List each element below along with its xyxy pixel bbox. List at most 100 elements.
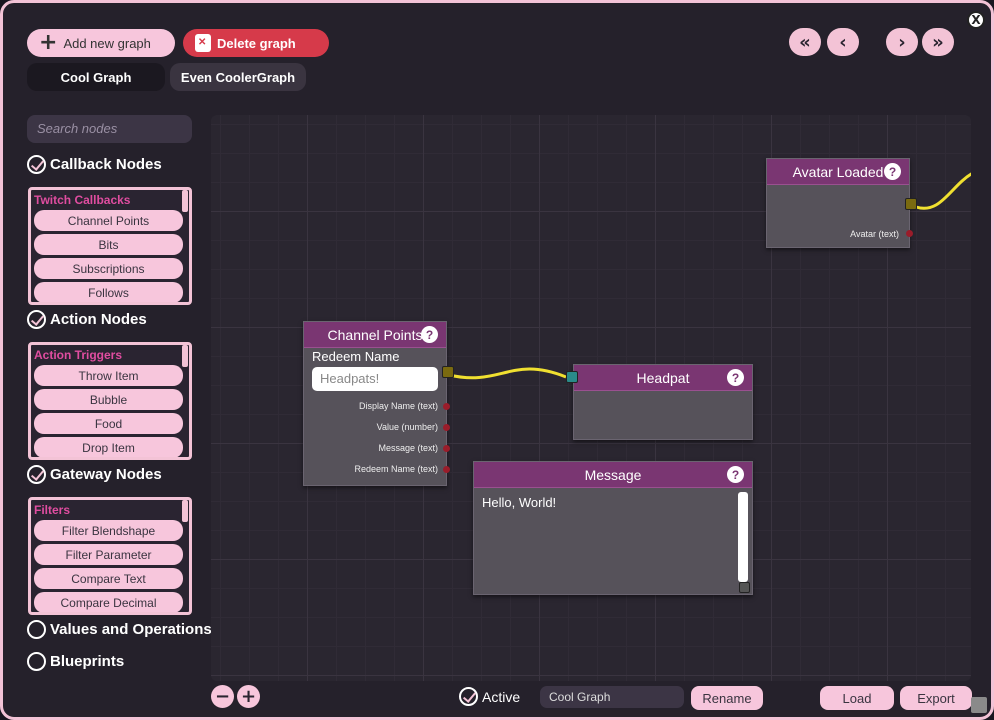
checkbox-icon[interactable] — [459, 687, 478, 706]
export-button[interactable]: Export — [900, 686, 972, 710]
list-scrollbar[interactable] — [182, 500, 188, 522]
active-toggle[interactable]: Active — [459, 687, 520, 706]
help-icon[interactable]: ? — [421, 326, 438, 343]
help-icon[interactable]: ? — [884, 163, 901, 180]
node-title: Channel Points — [327, 326, 423, 343]
window-resize-grip[interactable] — [971, 697, 987, 713]
help-icon[interactable]: ? — [727, 369, 744, 386]
load-button[interactable]: Load — [820, 686, 894, 710]
plus-icon: + — [240, 686, 257, 707]
node-title: Headpat — [636, 369, 690, 386]
graph-editor-window: X + Add new graph Delete graph Cool Grap… — [0, 0, 994, 720]
checkbox-icon[interactable] — [27, 465, 46, 484]
message-textarea[interactable]: Hello, World! — [474, 489, 738, 581]
list-scrollbar[interactable] — [182, 190, 188, 212]
category-values-operations[interactable]: Values and Operations — [27, 620, 212, 639]
list-item-filter-parameter[interactable]: Filter Parameter — [34, 544, 183, 565]
chevron-left-icon: ‹ — [839, 31, 847, 53]
resize-handle[interactable] — [739, 582, 750, 593]
chevron-right-icon: › — [898, 31, 906, 53]
exec-in-port[interactable] — [566, 371, 578, 383]
output-pin[interactable] — [443, 424, 450, 431]
double-chevron-right-icon: » — [932, 31, 944, 53]
category-action-nodes[interactable]: Action Nodes — [27, 310, 147, 329]
minus-icon: − — [214, 686, 231, 707]
tab-even-cooler-graph[interactable]: Even CoolerGraph — [170, 63, 306, 91]
list-item-channel-points[interactable]: Channel Points — [34, 210, 183, 231]
first-page-button[interactable]: « — [789, 28, 821, 56]
help-icon[interactable]: ? — [727, 466, 744, 483]
output-label: Redeem Name (text) — [354, 464, 438, 474]
category-gateway-nodes[interactable]: Gateway Nodes — [27, 465, 162, 484]
category-blueprints[interactable]: Blueprints — [27, 652, 124, 671]
node-header[interactable]: Message ? — [474, 462, 752, 488]
node-header[interactable]: Headpat ? — [574, 365, 752, 391]
zoom-out-button[interactable]: − — [211, 685, 234, 708]
list-item-drop-item[interactable]: Drop Item — [34, 437, 183, 457]
output-pin[interactable] — [443, 466, 450, 473]
node-channel-points[interactable]: Channel Points ? Redeem Name Headpats! D… — [303, 321, 454, 486]
list-title: Twitch Callbacks — [34, 193, 131, 207]
close-button[interactable]: X — [967, 11, 985, 29]
category-label: Action Nodes — [50, 311, 147, 328]
wire — [915, 172, 971, 210]
list-item-compare-decimal[interactable]: Compare Decimal — [34, 592, 183, 612]
zoom-in-button[interactable]: + — [237, 685, 260, 708]
list-item-follows[interactable]: Follows — [34, 282, 183, 302]
node-avatar-loaded[interactable]: Avatar Loaded ? Avatar (text) — [766, 158, 917, 248]
list-scrollbar[interactable] — [182, 345, 188, 367]
double-chevron-left-icon: « — [799, 31, 811, 53]
output-label: Value (number) — [376, 422, 438, 432]
next-page-button[interactable]: › — [886, 28, 918, 56]
node-title: Avatar Loaded — [792, 163, 884, 180]
delete-graph-button[interactable]: Delete graph — [183, 29, 329, 57]
checkbox-icon[interactable] — [27, 155, 46, 174]
redeem-name-input[interactable]: Headpats! — [312, 367, 438, 391]
callback-node-list[interactable]: Twitch Callbacks Channel Points Bits Sub… — [28, 187, 192, 305]
list-item-filter-blendshape[interactable]: Filter Blendshape — [34, 520, 183, 541]
list-item-bubble[interactable]: Bubble — [34, 389, 183, 410]
output-label: Display Name (text) — [358, 401, 438, 411]
last-page-button[interactable]: » — [922, 28, 954, 56]
output-pin[interactable] — [443, 403, 450, 410]
output-pin[interactable] — [443, 445, 450, 452]
exec-out-port[interactable] — [905, 198, 917, 210]
node-headpat[interactable]: Headpat ? — [566, 364, 753, 440]
list-title: Filters — [34, 503, 71, 517]
node-header[interactable]: Channel Points ? — [304, 322, 446, 348]
list-item-throw-item[interactable]: Throw Item — [34, 365, 183, 386]
rename-button[interactable]: Rename — [691, 686, 763, 710]
prev-page-button[interactable]: ‹ — [827, 28, 859, 56]
list-item-food[interactable]: Food — [34, 413, 183, 434]
category-callback-nodes[interactable]: Callback Nodes — [27, 155, 162, 174]
exec-out-port[interactable] — [442, 366, 454, 378]
textarea-scrollbar[interactable] — [738, 492, 748, 582]
list-item-bits[interactable]: Bits — [34, 234, 183, 255]
node-header[interactable]: Avatar Loaded ? — [767, 159, 909, 185]
output-label: Message (text) — [378, 443, 438, 453]
checkbox-icon[interactable] — [27, 652, 46, 671]
node-graph-canvas[interactable]: Avatar Loaded ? Avatar (text) Channel Po… — [211, 115, 971, 681]
trash-icon — [195, 34, 211, 52]
category-label: Gateway Nodes — [50, 466, 162, 483]
plus-icon: + — [39, 30, 58, 55]
list-title: Action Triggers — [34, 348, 123, 362]
graph-name-input[interactable]: Cool Graph — [540, 686, 684, 708]
list-item-compare-text[interactable]: Compare Text — [34, 568, 183, 589]
add-graph-label: Add new graph — [63, 35, 151, 51]
output-pin[interactable] — [906, 230, 913, 237]
output-label: Avatar (text) — [850, 229, 899, 239]
wire — [448, 367, 567, 380]
checkbox-icon[interactable] — [27, 310, 46, 329]
delete-graph-label: Delete graph — [217, 35, 296, 51]
action-node-list[interactable]: Action Triggers Throw Item Bubble Food D… — [28, 342, 192, 460]
node-message[interactable]: Message ? Hello, World! — [473, 461, 753, 595]
gateway-node-list[interactable]: Filters Filter Blendshape Filter Paramet… — [28, 497, 192, 615]
tab-cool-graph[interactable]: Cool Graph — [27, 63, 165, 91]
add-graph-button[interactable]: + Add new graph — [27, 29, 175, 57]
node-title: Message — [584, 466, 642, 483]
category-label: Callback Nodes — [50, 156, 162, 173]
search-input[interactable]: Search nodes — [27, 115, 192, 143]
checkbox-icon[interactable] — [27, 620, 46, 639]
list-item-subscriptions[interactable]: Subscriptions — [34, 258, 183, 279]
